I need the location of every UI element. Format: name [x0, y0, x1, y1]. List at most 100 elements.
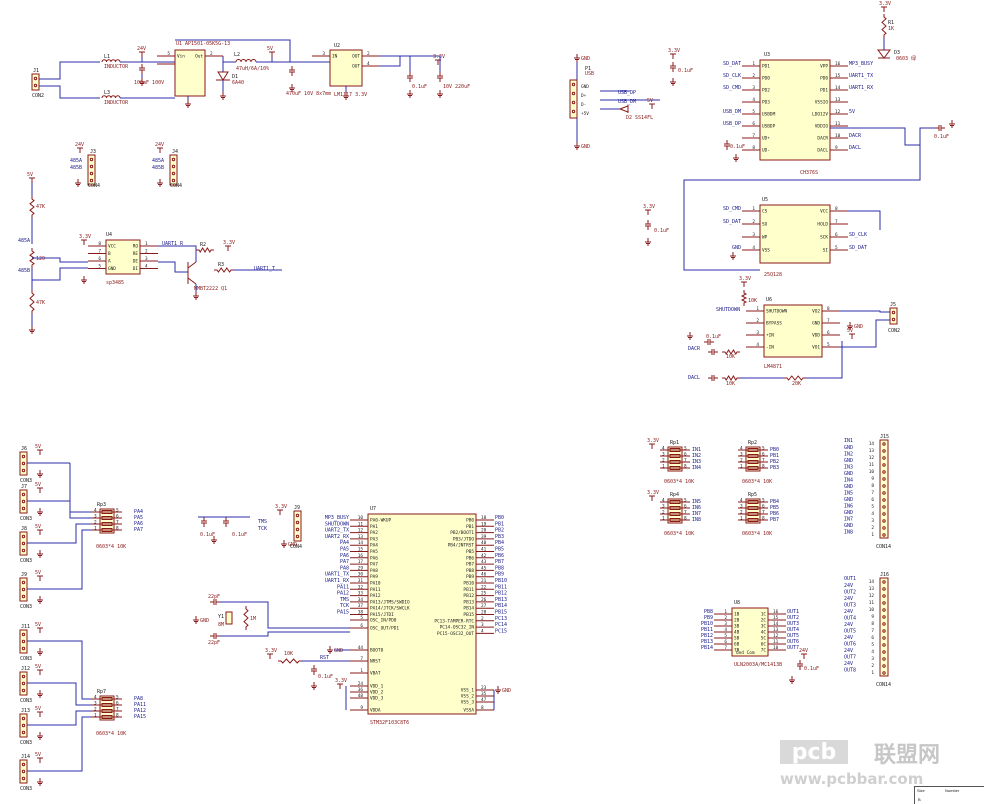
- rs485-section: J3CON4J4CON424V 24V485A485B485A485B5V47K4…: [18, 142, 282, 334]
- pin-number: 6: [752, 121, 755, 127]
- pin-number: 6: [835, 232, 838, 238]
- pin-number: 5: [116, 694, 119, 700]
- pin-number: 7: [684, 509, 687, 515]
- pin-number: 5: [871, 504, 874, 510]
- connector-name: CON3: [20, 516, 32, 522]
- pin-number: 8: [98, 241, 101, 247]
- connector-ref: J6: [21, 446, 27, 452]
- net-label: TMS: [340, 597, 349, 603]
- pin-number: 5: [835, 245, 838, 251]
- pin-name: SI: [823, 248, 829, 254]
- pin-number: 46: [481, 572, 487, 578]
- pin-number: 10: [869, 469, 875, 475]
- wire: [158, 245, 197, 262]
- ground-symbol: [37, 550, 43, 558]
- pin-number: 5: [167, 51, 170, 57]
- u7-section: 10 PA0-WKUPMP3_BUSY11 PA1SHUTDOWN12 PA2UART…: [325, 506, 511, 726]
- j4-ref: J4: [172, 149, 178, 155]
- net-label: MP3_BUSY: [849, 61, 873, 67]
- terminal-label: IN6: [844, 504, 853, 510]
- pin-number: 27: [481, 603, 487, 609]
- ground-symbol: [81, 276, 87, 284]
- pin-number: 1: [752, 61, 755, 67]
- pin-number: 6: [116, 700, 119, 706]
- net-tms: TMS: [258, 519, 267, 525]
- power-symbol: 3.3V: [879, 1, 891, 12]
- left-connectors-section: J6CON35VJ7CON35VJ8CON35VJ9CON35VJ11CON35…: [19, 444, 146, 792]
- pin-number: 1: [871, 532, 874, 538]
- pin-name: PD1: [762, 64, 770, 70]
- d2-part: D2 SS14FL: [626, 115, 653, 121]
- net-label: PA15: [337, 610, 349, 616]
- terminal-label: 24V: [844, 622, 853, 628]
- net-label: PB8: [495, 565, 504, 571]
- net-label: PB6: [495, 553, 504, 559]
- power-label: 3.3V: [879, 1, 891, 7]
- pin-number: 3: [752, 232, 755, 238]
- ground-symbol: [29, 326, 35, 334]
- pin-name: PB5: [466, 549, 474, 555]
- pin-number: 8: [871, 483, 874, 489]
- pin-number: 11: [869, 462, 875, 468]
- power-symbol: 24V: [137, 46, 146, 57]
- pin-number: 43: [481, 559, 487, 565]
- power-label: 5V: [27, 172, 33, 178]
- u5-ref: U5: [762, 197, 768, 203]
- pin-number: 12: [869, 593, 875, 599]
- power-symbol: 3.3V: [647, 490, 659, 501]
- power-glyph: [37, 575, 43, 581]
- j3-name: CON4: [88, 183, 100, 189]
- power-glyph: [741, 281, 747, 287]
- net-label: PC13: [495, 616, 507, 622]
- pin-number: 3: [322, 51, 325, 57]
- net-rst: RST: [320, 655, 329, 661]
- pin-number: 7: [871, 628, 874, 634]
- pin-number: 30: [358, 572, 364, 578]
- ground-symbol: [220, 92, 226, 100]
- pin-name: 1C: [761, 612, 767, 618]
- connector-ref: J7: [21, 484, 27, 490]
- ground-symbol: [733, 154, 739, 162]
- power-glyph: [881, 6, 887, 12]
- terminal-top-net: IN1: [844, 438, 853, 444]
- capacitor-glyph: [223, 517, 229, 527]
- wire: [848, 210, 881, 230]
- r-osc-value: 1M: [250, 616, 256, 622]
- pin-number: 1: [94, 712, 97, 718]
- power-symbol: 3.3V: [275, 504, 287, 515]
- pin-number: 7: [98, 249, 101, 255]
- wire: [70, 640, 92, 700]
- pin-number: 5: [762, 445, 765, 451]
- power-label: 3.3V: [79, 234, 91, 240]
- terminal-label: OUT7: [844, 655, 856, 661]
- pin-name: 6B: [734, 642, 740, 648]
- ground-glyph: [220, 92, 226, 100]
- terminal-label: 24V: [844, 583, 853, 589]
- pin-name: UD+: [762, 136, 770, 142]
- pin-number: 8: [684, 463, 687, 469]
- u5-section: 1 CS SD_CMD 2 SO SD_DAT 3 WP 4 VSS GND 8 VCC 7 HOLD 6 SC…: [643, 197, 881, 278]
- u3-part: CH376S: [800, 170, 818, 176]
- pin-number: 14: [869, 441, 875, 447]
- wire: [830, 127, 935, 146]
- pin-name: VSS_1: [461, 688, 475, 694]
- pin-number: 6: [871, 635, 874, 641]
- pin-name: +IN: [766, 333, 774, 339]
- ground-glyph: [37, 778, 43, 786]
- pin-name: HOLD: [817, 222, 828, 228]
- pin-name: PD0: [820, 76, 828, 82]
- net-label: PB14: [495, 603, 507, 609]
- net-label: TCK: [340, 603, 349, 609]
- connector-ref: J12: [21, 666, 30, 672]
- u7-ref: U7: [370, 506, 376, 512]
- power-symbol: 3.3V: [643, 204, 655, 215]
- pin-number: 17: [358, 559, 364, 565]
- pin-name: 4B: [734, 630, 740, 636]
- wire: [158, 261, 188, 273]
- power-symbol: 3.3V: [668, 48, 680, 59]
- rp3-ref: Rp3: [97, 502, 106, 508]
- power-label: 24V: [75, 142, 84, 148]
- pin-name: PB0: [466, 518, 474, 524]
- u2-ref: U2: [334, 43, 340, 49]
- pin-number: 47: [481, 697, 487, 703]
